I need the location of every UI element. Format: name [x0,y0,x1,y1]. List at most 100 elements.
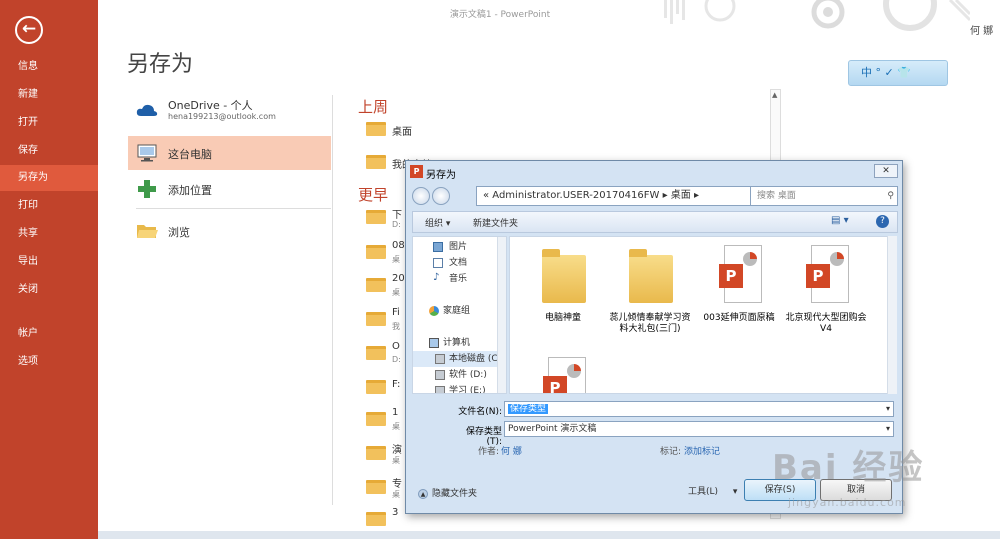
filename-label: 文件名(N): [458,407,502,417]
nav-item-drive-d[interactable]: 软件 (D:) [413,367,506,383]
older-folder[interactable]: 08 [392,240,405,251]
nav-item-homegroup[interactable]: 家庭组 [413,303,506,319]
sidebar-item-save[interactable]: 保存 [0,138,98,164]
older-folder-path: D: [392,355,401,364]
pictures-icon [433,242,443,252]
older-folder[interactable]: Fi [392,307,400,318]
forward-nav-icon[interactable] [432,187,450,205]
address-bar[interactable]: « Administrator.USER-20170416FW ▸ 桌面 ▸ ▾… [476,186,752,206]
nav-label: 文档 [449,258,468,268]
nav-scrollbar[interactable] [497,237,506,393]
filetype-select[interactable]: PowerPoint 演示文稿 ▾ [504,421,894,437]
filename-input[interactable]: 保存类型 ▾ [504,401,894,417]
search-icon[interactable]: ⚲ [887,187,894,205]
divider [136,208,331,209]
older-folder-path: D: [392,220,401,229]
sidebar-item-open[interactable]: 打开 [0,110,98,136]
ime-toolbar[interactable]: 中 ° ✓ 👕 [848,60,948,86]
older-folder[interactable]: 20 [392,273,405,284]
nav-item-drive-c[interactable]: 本地磁盘 (C: [413,351,506,367]
sidebar-item-print[interactable]: 打印 [0,193,98,219]
location-this-pc[interactable]: 这台电脑 [128,136,331,170]
nav-label: 软件 (D:) [449,370,487,380]
sidebar-item-options[interactable]: 选项 [0,349,98,375]
sidebar-item-close[interactable]: 关闭 [0,277,98,303]
file-item[interactable]: P [522,355,604,393]
powerpoint-icon: P [410,165,423,178]
location-browse[interactable]: 浏览 [128,214,331,248]
older-folder-path: 我 [392,322,400,331]
older-folder[interactable]: 演 [392,441,402,456]
tools-menu[interactable]: 工具(L) ▾ [688,483,748,501]
chevron-down-icon[interactable]: ▾ [886,422,890,436]
scroll-up-icon[interactable]: ▲ [772,91,777,99]
tags-value[interactable]: 添加标记 [684,444,720,457]
older-folder[interactable]: F: [392,379,400,390]
search-input[interactable]: 搜索 桌面 ⚲ [750,186,898,206]
group-title-last-week: 上周 [358,98,389,116]
onedrive-email: hena199213@outlook.com [168,112,276,121]
nav-label: 音乐 [449,274,468,284]
sidebar-item-share[interactable]: 共享 [0,221,98,247]
help-icon[interactable]: ? [876,215,889,228]
sidebar-item-info[interactable]: 信息 [0,54,98,80]
drive-icon [435,386,445,393]
back-nav-icon[interactable] [412,187,430,205]
file-item[interactable]: P 003延伸页面原稿 [698,243,780,361]
older-folder-path: 桌 [392,288,400,297]
computer-icon [429,338,439,348]
nav-item-documents[interactable]: 文档 [413,255,506,271]
music-icon: ♪ [433,272,440,283]
file-list-scrollbar[interactable] [887,236,897,394]
folder-icon [366,122,386,136]
homegroup-icon [429,306,439,316]
older-folder[interactable]: 专 [392,475,402,490]
file-item[interactable]: 蕊儿倾情奉献学习资料大礼包(三门) [609,243,691,361]
nav-label: 本地磁盘 (C: [449,354,501,364]
baidu-watermark: Bai 经验 jingyan.baidu.com [760,440,960,520]
chevron-down-icon[interactable]: ▾ [886,402,890,416]
filename-value: 保存类型 [508,404,549,414]
sidebar-item-export[interactable]: 导出 [0,249,98,275]
older-folder-path: 桌 [392,490,400,499]
tools-label: 工具(L) [688,487,719,497]
author-label: 作者: [478,447,500,457]
nav-item-pictures[interactable]: 图片 [413,239,506,255]
view-icon[interactable]: ▤ ▾ [831,215,849,226]
nav-item-computer[interactable]: 计算机 [413,335,506,351]
organize-button[interactable]: 组织 ▾ [425,216,450,229]
older-folder[interactable]: 1 [392,407,398,418]
recent-folder-desktop[interactable]: 桌面 [392,123,412,138]
nav-label: 计算机 [443,338,471,348]
file-item[interactable]: 电脑神童 [522,243,604,361]
hide-folders-label: 隐藏文件夹 [432,489,478,499]
new-folder-button[interactable]: 新建文件夹 [473,216,518,229]
folder-icon [366,446,386,460]
sidebar-item-account[interactable]: 帐户 [0,321,98,347]
file-name: 北京现代大型团购会 V4 [785,313,867,334]
location-add-place[interactable]: 添加位置 [128,172,331,206]
location-onedrive[interactable]: OneDrive - 个人 hena199213@outlook.com [128,92,331,130]
older-folder[interactable]: 下 [392,206,402,221]
sidebar-item-new[interactable]: 新建 [0,82,98,108]
sidebar-item-save-as[interactable]: 另存为 [0,165,98,191]
user-name[interactable]: 何 娜 [970,22,993,37]
hide-folders-toggle[interactable]: ▲ 隐藏文件夹 [418,486,477,499]
file-name: 蕊儿倾情奉献学习资料大礼包(三门) [609,313,691,334]
filetype-value: PowerPoint 演示文稿 [508,424,597,434]
author-value[interactable]: 何 娜 [501,444,522,457]
group-title-older: 更早 [358,186,389,204]
close-icon[interactable]: ✕ [874,164,898,178]
nav-item-music[interactable]: ♪ 音乐 [413,271,506,287]
older-folder[interactable]: 3 [392,507,398,518]
back-arrow-icon[interactable]: ← [15,16,43,44]
file-item[interactable]: P 北京现代大型团购会 V4 [785,243,867,361]
older-folder-path: 桌 [392,422,400,431]
older-folder[interactable]: O [392,341,400,352]
nav-item-drive-e[interactable]: 学习 (E:) [413,383,506,394]
cloud-icon [136,104,158,116]
tags-label: 标记: [660,447,682,457]
nav-label: 学习 (E:) [449,386,486,394]
powerpoint-file-icon: P [803,245,851,309]
folder-icon [627,245,675,309]
